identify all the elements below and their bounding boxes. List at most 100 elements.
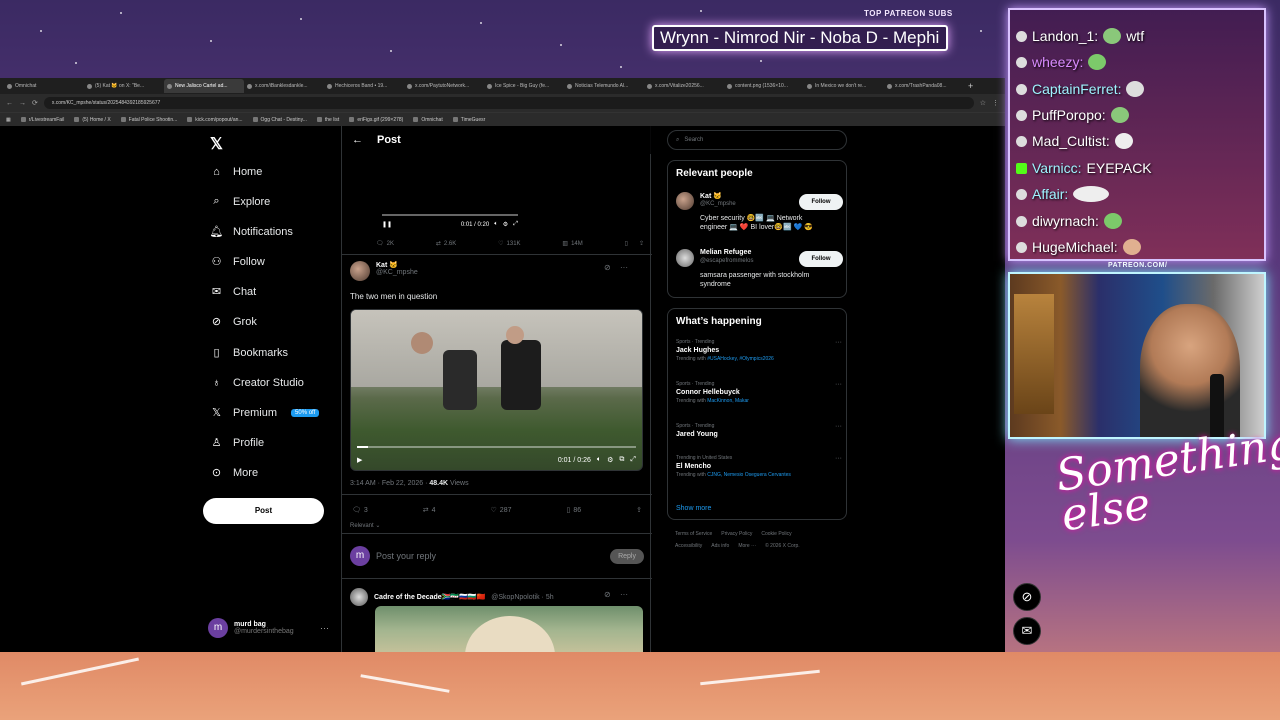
browser-tab[interactable]: Ice Spice - Big Guy (fe...	[484, 79, 564, 93]
tweet-video[interactable]: ▶ 0:01 / 0:26 🔈︎ ⚙ ⧉ ⤢	[350, 309, 643, 471]
trend-item[interactable]: Sports · Trending Jared Young ···	[676, 423, 842, 438]
nav-profile[interactable]: ♙ Profile	[210, 436, 265, 450]
pip-icon[interactable]: ⧉	[619, 456, 624, 464]
more-dots-icon[interactable]: ···	[835, 423, 842, 430]
nav-creator-studio[interactable]: ♁ Creator Studio	[210, 376, 304, 389]
browser-tab[interactable]: Noticias Telemundo Al...	[564, 79, 644, 93]
quoted-video[interactable]: ❚❚ 0:01 / 0:20 🔈︎ ⚙ ⤢	[376, 154, 524, 234]
x-logo-icon[interactable]: 𝕏	[210, 134, 223, 154]
bookmark-item[interactable]: Omnichat	[413, 117, 443, 123]
browser-tab[interactable]: x.com/Vitalize20256...	[644, 79, 724, 93]
reply-author[interactable]: Cadre of the Decade🇿🇦🇸🇾🇷🇺🇧🇬🇨🇳 @SkopNpolo…	[350, 588, 554, 606]
footer-link[interactable]: Privacy Policy	[721, 531, 752, 537]
bookmark-item[interactable]: Ogg Chat - Destiny...	[252, 117, 307, 123]
reload-icon[interactable]: ⟳	[32, 99, 38, 107]
browser-tab[interactable]: x.com/PaytutoNetwork...	[404, 79, 484, 93]
trend-with-topics[interactable]: #USAHockey, #Olympics2026	[707, 356, 774, 362]
footer-link[interactable]: Accessibility	[675, 543, 702, 549]
address-bar[interactable]: x.com/KC_mpshe/status/202548439218592567…	[43, 97, 974, 109]
bookmark-button[interactable]: ▯ 86	[566, 506, 581, 515]
reply-image[interactable]	[375, 606, 643, 653]
more-dots-icon[interactable]: ···	[835, 381, 842, 388]
follow-button[interactable]: Follow	[799, 194, 843, 210]
bookmark-item[interactable]: (5) Home / X	[74, 117, 111, 123]
share-icon[interactable]: ⇪	[639, 240, 644, 247]
trend-item[interactable]: Sports · Trending Jack Hughes Trending w…	[676, 339, 842, 362]
reply-metric[interactable]: 🗨︎ 2K	[376, 240, 394, 248]
fullscreen-icon[interactable]: ⤢	[513, 221, 518, 228]
browser-tab[interactable]: x.com/TrashPanda08...	[884, 79, 964, 93]
bookmark-item[interactable]: eriFigs.gif (299×278)	[349, 117, 403, 123]
more-dots-icon[interactable]: ···	[835, 455, 842, 462]
reply-button[interactable]: 🗨︎ 3	[352, 506, 368, 515]
more-dots-icon[interactable]: ···	[320, 623, 329, 633]
trend-with-topics[interactable]: MacKinnon, Makar	[707, 398, 749, 404]
trend-with-topics[interactable]: CJNG, Nemesio Oseguera Cervantes	[707, 472, 791, 478]
browser-tab[interactable]: Hechiceros Band • 19...	[324, 79, 404, 93]
nav-explore[interactable]: ⌕ Explore	[210, 195, 270, 208]
like-button[interactable]: ♡ 287	[491, 506, 512, 515]
bookmark-item[interactable]: Fatal Police Shootin...	[120, 117, 177, 123]
bookmark-item[interactable]: r/LivestreamFail	[20, 117, 64, 123]
volume-icon[interactable]: 🔈︎	[597, 456, 601, 464]
share-button[interactable]: ⇪	[636, 506, 642, 514]
trend-item[interactable]: Trending in United States El Mencho Tren…	[676, 455, 842, 478]
repost-metric[interactable]: ⇄ 2.6K	[436, 240, 456, 248]
more-dots-icon[interactable]: ···	[620, 263, 628, 272]
apps-icon[interactable]: ▦	[6, 117, 11, 123]
forward-icon[interactable]: →	[19, 100, 26, 107]
settings-icon[interactable]: ⚙	[503, 221, 508, 228]
browser-tab-active[interactable]: New Jalisco Cartel ad...	[164, 79, 244, 93]
grok-float-button[interactable]: ⊘	[1013, 583, 1041, 611]
browser-tab[interactable]: x.com/iBanklesdankle...	[244, 79, 324, 93]
bookmark-item[interactable]: the list	[316, 117, 339, 123]
nav-more[interactable]: ⊙ More	[210, 466, 258, 480]
fullscreen-icon[interactable]: ⤢	[630, 456, 636, 464]
reply-sort[interactable]: Relevant ⌄	[350, 522, 380, 529]
more-dots-icon[interactable]: ···	[835, 339, 842, 346]
views-metric[interactable]: ▥ 14M	[562, 240, 582, 248]
footer-link[interactable]: Ads info	[711, 543, 729, 549]
show-more-link[interactable]: Show more	[676, 505, 711, 512]
follow-button[interactable]: Follow	[799, 251, 843, 267]
settings-icon[interactable]: ⚙	[607, 456, 613, 464]
post-button[interactable]: Post	[203, 498, 324, 524]
more-dots-icon[interactable]: ···	[620, 590, 628, 599]
grok-icon[interactable]: ⊘	[604, 263, 611, 272]
play-icon[interactable]: ▶	[357, 456, 362, 464]
nav-chat[interactable]: ✉ Chat	[210, 285, 256, 299]
reply-input[interactable]: Post your reply	[376, 551, 604, 561]
pause-icon[interactable]: ❚❚	[382, 221, 392, 228]
menu-icon[interactable]: ⋮	[992, 99, 999, 107]
nav-follow[interactable]: ⚇ Follow	[210, 255, 265, 269]
nav-home[interactable]: ⌂ Home	[210, 165, 262, 178]
volume-icon[interactable]: 🔈︎	[494, 221, 498, 228]
bookmark-item[interactable]: TimeGuesr	[452, 117, 485, 123]
video-progress[interactable]	[357, 446, 636, 448]
like-metric[interactable]: ♡ 131K	[498, 240, 520, 248]
back-arrow-icon[interactable]: ←	[352, 134, 363, 146]
trend-item[interactable]: Sports · Trending Connor Hellebuyck Tren…	[676, 381, 842, 404]
grok-icon[interactable]: ⊘	[604, 590, 611, 599]
nav-premium[interactable]: 𝕏 Premium 50% off	[210, 406, 320, 419]
tweet-author[interactable]: Kat 🐱 @KC_mpshe	[350, 261, 418, 281]
account-switcher[interactable]: m murd bag @murdersinthebag	[208, 618, 294, 638]
reply-button[interactable]: Reply	[610, 548, 644, 564]
repost-button[interactable]: ⇄ 4	[423, 506, 436, 515]
browser-tab[interactable]: (5) Kat 🐱 on X: "Be...	[84, 79, 164, 93]
bookmark-item[interactable]: kick.com/popout/an...	[187, 117, 243, 123]
new-tab-icon[interactable]: +	[968, 81, 973, 91]
star-icon[interactable]: ☆	[980, 99, 986, 107]
search-input[interactable]: ⌕ Search	[667, 130, 847, 150]
nav-bookmarks[interactable]: ▯ Bookmarks	[210, 346, 288, 360]
video-progress[interactable]	[382, 214, 518, 216]
browser-tab[interactable]: Omnichat	[4, 79, 84, 93]
footer-link[interactable]: More ···	[738, 543, 756, 549]
browser-tab[interactable]: In Mexico we don't re...	[804, 79, 884, 93]
footer-link[interactable]: Cookie Policy	[761, 531, 791, 537]
nav-notifications[interactable]: 🔔︎ Notifications	[210, 225, 293, 239]
bookmark-action[interactable]: ▯ ⇪	[625, 240, 644, 247]
messages-float-button[interactable]: ✉	[1013, 617, 1041, 645]
footer-link[interactable]: Terms of Service	[675, 531, 712, 537]
back-icon[interactable]: ←	[6, 100, 13, 107]
